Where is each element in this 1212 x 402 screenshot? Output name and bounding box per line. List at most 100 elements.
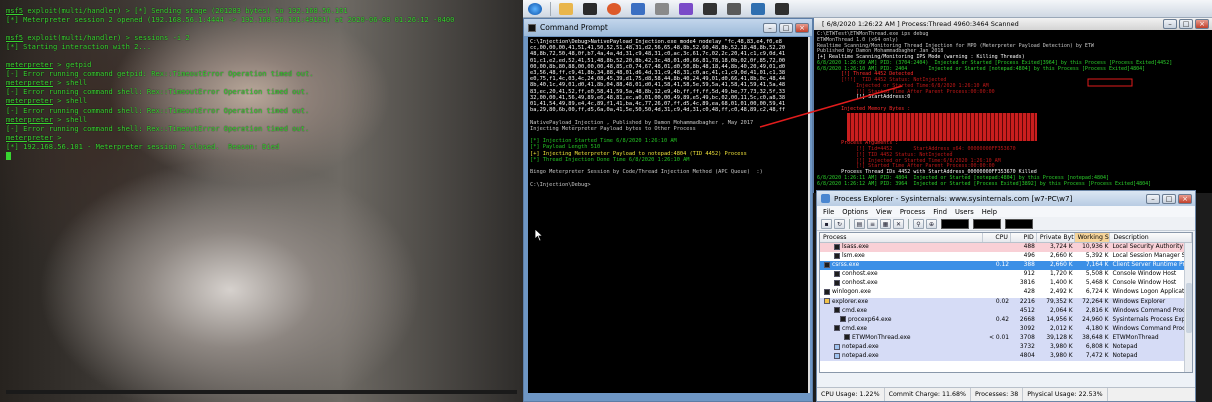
table-row[interactable] — [820, 361, 1192, 371]
table-row[interactable]: cmd.exe 3092 2,012 K 4,180 K Windows Command… — [820, 324, 1192, 334]
table-row[interactable]: explorer.exe 0.02 2216 79,352 K 72,264 K Wind… — [820, 297, 1192, 307]
start-orb-icon[interactable] — [528, 2, 542, 15]
process-icon — [824, 261, 830, 268]
column-header-description[interactable]: Description — [1110, 233, 1192, 242]
pe-titlebar[interactable]: Process Explorer - Sysinternals: www.sys… — [817, 191, 1195, 206]
table-row[interactable]: notepad.exe 3732 3,980 K 6,808 K Notepad — [820, 343, 1192, 353]
cell-priv: 3,980 K — [1050, 344, 1073, 351]
find-icon[interactable]: ⚲ — [913, 218, 924, 229]
cmd-icon[interactable] — [727, 2, 741, 15]
cell-pid: 912 — [1023, 271, 1035, 278]
etw-close-button[interactable]: × — [1195, 19, 1209, 29]
cell-desc: Windows Explorer — [1112, 298, 1166, 305]
table-row[interactable]: conhost.exe 912 1,720 K 5,508 K Console Wind… — [820, 270, 1192, 280]
procexp-icon[interactable] — [751, 2, 765, 15]
table-row[interactable]: notepad.exe 4804 3,980 K 7,472 K Notepad — [820, 352, 1192, 362]
process-explorer-window[interactable]: Process Explorer - Sysinternals: www.sys… — [816, 190, 1196, 402]
column-header-pid[interactable]: PID — [1011, 233, 1037, 242]
minimize-button[interactable]: – — [763, 22, 777, 33]
table-row[interactable]: conhost.exe 3816 1,400 K 5,468 K Console Win… — [820, 279, 1192, 289]
folder-icon[interactable] — [559, 2, 573, 15]
cell-ws: 5,392 K — [1085, 253, 1109, 260]
table-row[interactable] — [820, 370, 1192, 372]
table-row[interactable]: winlogon.exe 428 2,492 K 6,724 K Windows Log… — [820, 288, 1192, 298]
cell-pid: 3816 — [1019, 280, 1035, 287]
process-name: notepad.exe — [842, 353, 879, 360]
terminal-line: [-] Error running command getpid: Rex::T… — [6, 69, 454, 78]
line-text — [6, 24, 10, 33]
console-icon[interactable] — [583, 2, 597, 15]
cmd-scrollbar[interactable] — [808, 37, 810, 393]
dll-icon[interactable]: ▦ — [880, 218, 891, 229]
pe-maximize-button[interactable]: □ — [1162, 193, 1176, 204]
command-prompt-window[interactable]: Command Prompt – □ × C:\Injection\Debug>… — [523, 18, 813, 402]
system-info-icon[interactable]: ▤ — [854, 218, 865, 229]
cell-name: notepad.exe — [820, 343, 983, 352]
etw-icon[interactable] — [775, 2, 789, 15]
cell-cpu: 0.02 — [995, 298, 1009, 305]
table-row[interactable]: procexp64.exe 0.42 2668 14,956 K 24,960 K Sys… — [820, 315, 1192, 325]
firefox-icon[interactable] — [607, 2, 621, 15]
cell-pid: 496 — [1023, 253, 1035, 260]
cmd-titlebar[interactable]: Command Prompt – □ × — [524, 19, 812, 36]
prompt-label: meterpreter — [6, 114, 53, 124]
process-table-scrollbar[interactable] — [1184, 243, 1192, 372]
tree-icon[interactable]: ≡ — [867, 218, 878, 229]
payload-bytes-line: 48,8b,72,50,48,0f,b7,4a,4a,4d,31,c9,48,3… — [530, 51, 786, 58]
etw-maximize-button[interactable]: □ — [1179, 19, 1193, 29]
save-icon[interactable]: ▪ — [821, 218, 832, 229]
cell-desc — [1110, 361, 1192, 370]
pe-toolbar: ▪ ↻ ▤ ≡ ▦ ✕ ⚲ ⊕ — [817, 217, 1195, 231]
table-row[interactable]: csrss.exe 0.12 388 2,660 K 7,164 K Client Ser… — [820, 261, 1192, 271]
menu-options[interactable]: Options — [842, 208, 868, 216]
menu-view[interactable]: View — [876, 208, 892, 216]
menu-process[interactable]: Process — [900, 208, 925, 216]
cell-priv: 3,980 K — [1050, 353, 1073, 360]
maximize-button[interactable]: □ — [779, 22, 793, 33]
cell-cpu — [983, 288, 1011, 297]
menu-file[interactable]: File — [823, 208, 834, 216]
etwmonthread-window[interactable]: [ 6/8/2020 1:26:22 AM ] Process:Thread 4… — [813, 18, 1212, 193]
cell-cpu — [983, 252, 1011, 261]
cell-pid: 428 — [1023, 289, 1035, 296]
menu-find[interactable]: Find — [933, 208, 947, 216]
app-icon[interactable] — [631, 2, 645, 15]
table-row[interactable]: cmd.exe 4512 2,064 K 2,816 K Windows Command… — [820, 306, 1192, 316]
menu-users[interactable]: Users — [955, 208, 974, 216]
pe-menubar: File Options View Process Find Users Help — [817, 206, 1195, 217]
pe-minimize-button[interactable]: – — [1146, 193, 1160, 204]
process-table[interactable]: ProcessCPUPIDPrivate BytesWorking SetDes… — [819, 232, 1193, 373]
pe-close-button[interactable]: × — [1178, 193, 1192, 204]
terminal-icon[interactable] — [703, 2, 717, 15]
etw-console[interactable]: C:\ETWTest\ETWMonThread.exe ips debug ETW… — [814, 30, 1212, 189]
cell-ws — [1075, 370, 1111, 372]
prompt-label: meterpreter — [6, 96, 53, 106]
visual-studio-icon[interactable] — [679, 2, 693, 15]
menu-help[interactable]: Help — [982, 208, 997, 216]
column-header-cpu[interactable]: CPU — [983, 233, 1011, 242]
prompt-context: exploit(multi/handler) — [27, 33, 122, 43]
cell-name — [820, 361, 983, 370]
target-icon[interactable]: ⊕ — [926, 218, 937, 229]
window-icon[interactable] — [655, 2, 669, 15]
kill-process-icon[interactable]: ✕ — [893, 218, 904, 229]
io-graph — [1005, 218, 1033, 229]
column-header-process[interactable]: Process — [820, 233, 984, 242]
close-button[interactable]: × — [795, 22, 809, 33]
column-header-private-bytes[interactable]: Private Bytes — [1037, 233, 1075, 242]
cell-priv: 79,352 K — [1046, 298, 1073, 305]
terminal-line: [*] Starting interaction with 2... — [6, 42, 454, 51]
metasploit-terminal[interactable]: msf5 exploit(multi/handler) > [*] Sendin… — [0, 0, 523, 402]
cell-cpu — [983, 325, 1011, 334]
etw-minimize-button[interactable]: – — [1163, 19, 1177, 29]
table-row[interactable]: lsm.exe 496 2,660 K 5,392 K Local Session Ma… — [820, 252, 1192, 262]
table-row[interactable]: ETWMonThread.exe < 0.01 3708 39,128 K 38,648… — [820, 333, 1192, 344]
column-header-working-set[interactable]: Working Set — [1074, 233, 1111, 242]
scrollbar-thumb[interactable] — [1186, 283, 1192, 333]
table-row[interactable]: lsass.exe 488 3,724 K 10,936 K Local Securit… — [820, 243, 1192, 253]
pe-statusbar: CPU Usage: 1.22% Commit Charge: 11.68% P… — [817, 387, 1195, 401]
cell-ws: 4,180 K — [1085, 325, 1109, 332]
etw-titlebar[interactable]: [ 6/8/2020 1:26:22 AM ] Process:Thread 4… — [814, 18, 1212, 30]
refresh-icon[interactable]: ↻ — [834, 218, 845, 229]
cmd-console[interactable]: C:\Injection\Debug>NativePayload_Injecti… — [528, 37, 808, 393]
